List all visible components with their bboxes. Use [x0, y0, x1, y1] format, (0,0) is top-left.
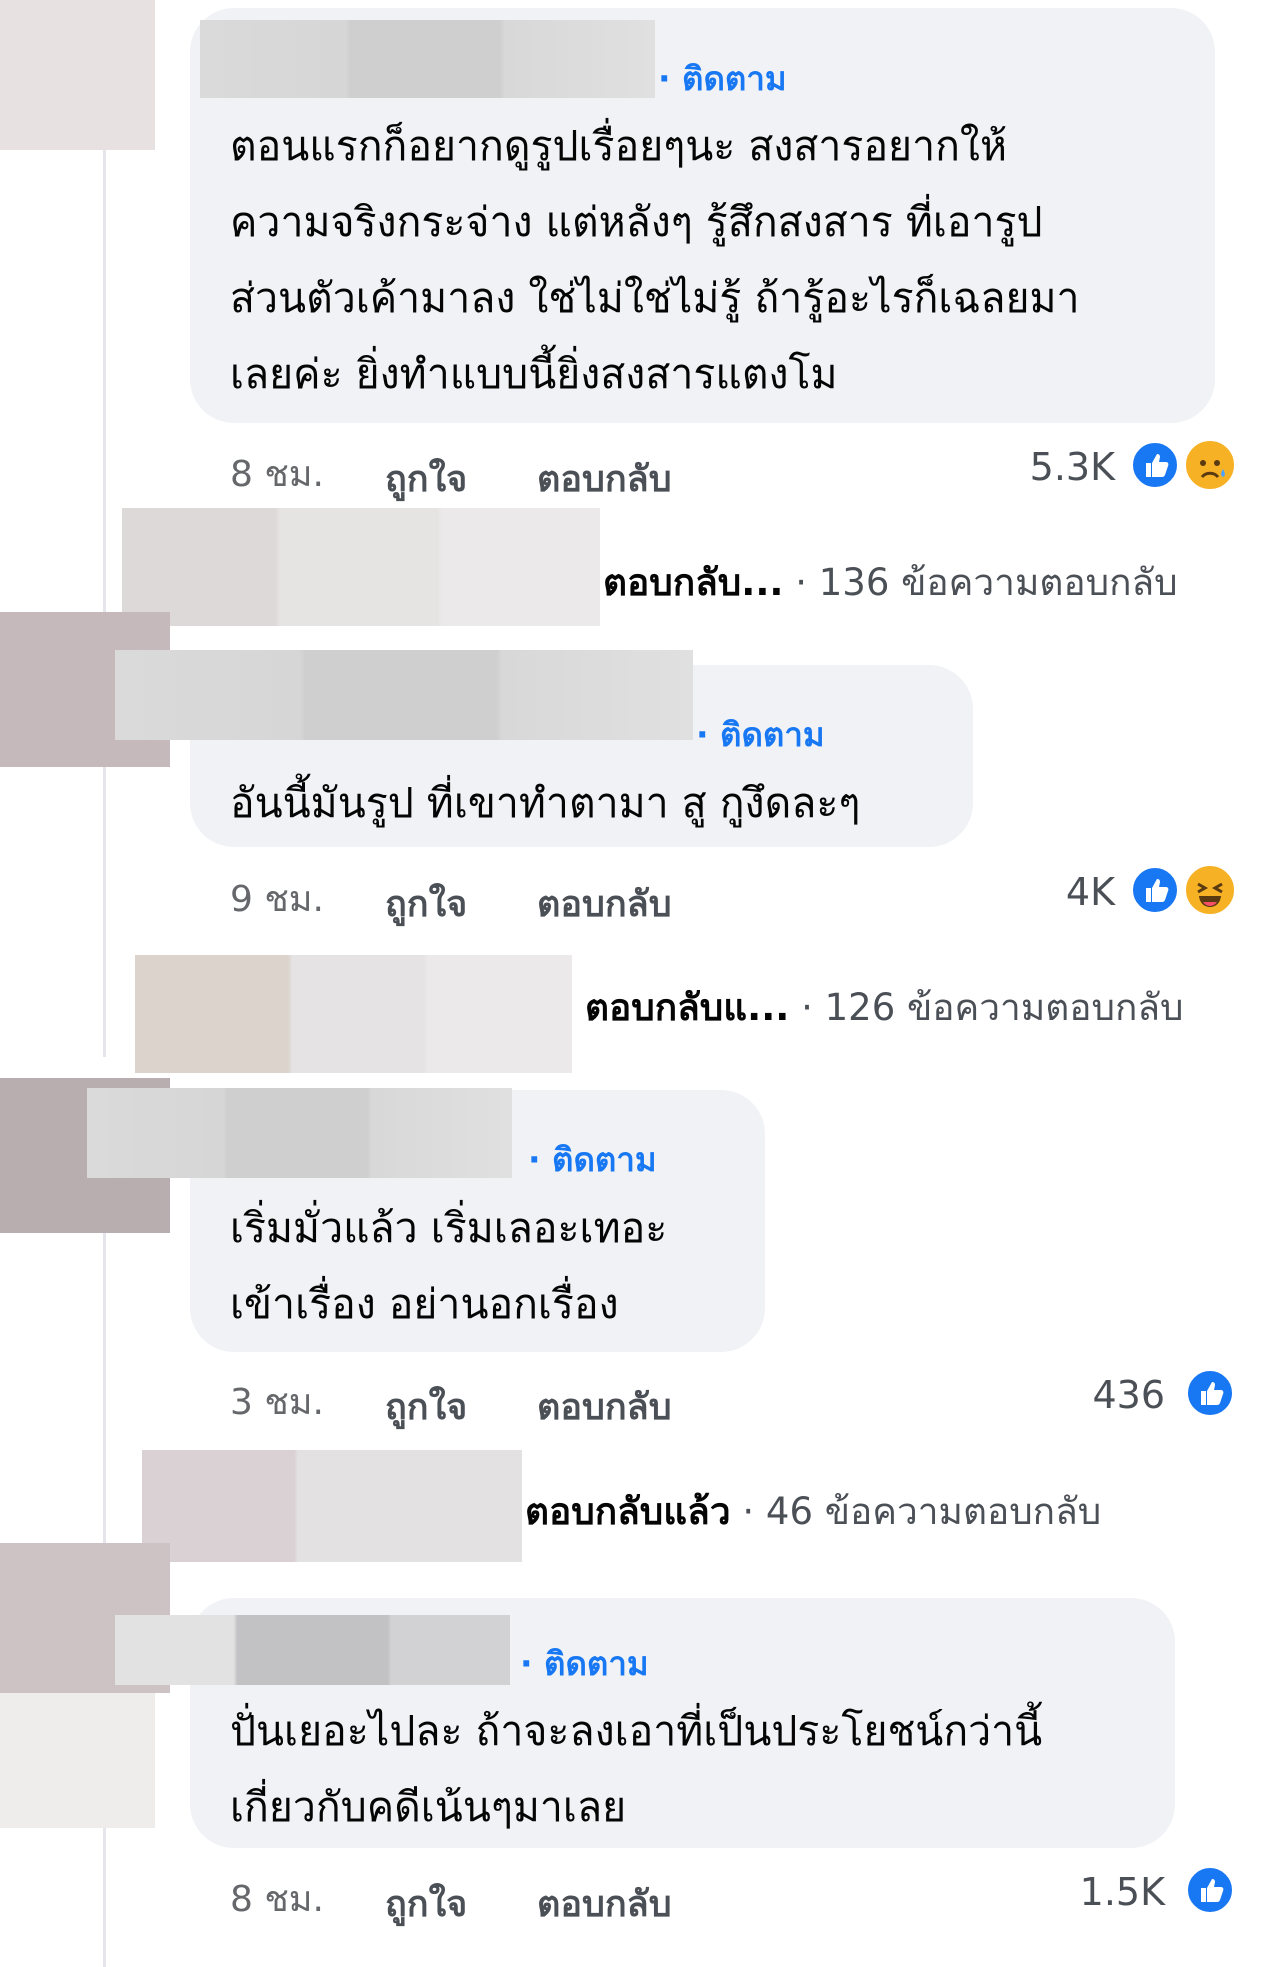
reply-summary-lead: ตอบกลับ...	[603, 561, 784, 604]
follow-link[interactable]: · ติดตาม	[528, 1133, 657, 1186]
commenter-name-redacted[interactable]	[87, 1088, 512, 1178]
reply-button[interactable]: ตอบกลับ	[537, 875, 672, 932]
reply-button[interactable]: ตอบกลับ	[537, 1378, 672, 1435]
thread-line	[103, 150, 106, 620]
commenter-name-redacted[interactable]	[200, 20, 655, 98]
commenter-name-redacted[interactable]	[115, 1615, 510, 1685]
reply-summary-lead: ตอบกลับแล้ว	[525, 1490, 731, 1533]
comment-time[interactable]: 3 ชม.	[230, 1373, 324, 1430]
thread-line	[103, 1233, 106, 1543]
reaction-count[interactable]: 1.5K	[1060, 1870, 1165, 1914]
comment-time[interactable]: 8 ชม.	[230, 1870, 324, 1927]
comment-time[interactable]: 9 ชม.	[230, 870, 324, 927]
reply-summary[interactable]: ตอบกลับแ... · 126 ข้อความตอบกลับ	[585, 978, 1184, 1037]
follow-link[interactable]: · ติดตาม	[658, 52, 787, 105]
like-icon	[1185, 1368, 1235, 1418]
thread-line	[103, 767, 106, 1057]
reply-button[interactable]: ตอบกลับ	[537, 1875, 672, 1932]
comment-text: ปั่นเยอะไปละ ถ้าจะลงเอาที่เป็นประโยชน์กว…	[230, 1707, 1043, 1831]
reaction-count[interactable]: 436	[1070, 1373, 1165, 1417]
thread-line	[103, 1828, 106, 1967]
like-button[interactable]: ถูกใจ	[385, 1378, 467, 1435]
like-icon	[1130, 440, 1180, 490]
reply-button[interactable]: ตอบกลับ	[537, 450, 672, 507]
comment-text: ตอนแรกก็อยากดูรูปเรื่อยๆนะ สงสารอยากให้ …	[230, 122, 1080, 398]
reply-summary[interactable]: ตอบกลับแล้ว · 46 ข้อความตอบกลับ	[525, 1482, 1101, 1541]
like-button[interactable]: ถูกใจ	[385, 1875, 467, 1932]
comment-text: อันนี้มันรูป ที่เขาทำตามา สู กูงึดละๆ	[230, 779, 861, 827]
like-button[interactable]: ถูกใจ	[385, 875, 467, 932]
follow-link[interactable]: · ติดตาม	[520, 1637, 649, 1690]
comment-time[interactable]: 8 ชม.	[230, 445, 324, 502]
avatar[interactable]	[0, 0, 155, 150]
comment-text: เริ่มมั่วแล้ว เริ่มเลอะเทอะ เข้าเรื่อง อ…	[230, 1204, 668, 1328]
reaction-count[interactable]: 4K	[1020, 870, 1115, 914]
like-icon	[1185, 1865, 1235, 1915]
reply-count: · 136 ข้อความตอบกลับ	[795, 561, 1178, 604]
haha-icon	[1183, 863, 1237, 917]
reply-count: · 46 ข้อความตอบกลับ	[742, 1490, 1102, 1533]
commenter-name-redacted[interactable]	[115, 650, 693, 740]
like-button[interactable]: ถูกใจ	[385, 450, 467, 507]
like-icon	[1130, 865, 1180, 915]
reply-summary-lead: ตอบกลับแ...	[585, 986, 790, 1029]
sad-icon	[1183, 438, 1237, 492]
reply-avatars[interactable]	[122, 508, 600, 626]
reply-count: · 126 ข้อความตอบกลับ	[801, 986, 1184, 1029]
reply-avatars[interactable]	[135, 955, 572, 1073]
reply-avatars[interactable]	[142, 1450, 522, 1562]
avatar-shadow	[0, 1693, 155, 1828]
reaction-count[interactable]: 5.3K	[1020, 445, 1115, 489]
reply-summary[interactable]: ตอบกลับ... · 136 ข้อความตอบกลับ	[603, 553, 1178, 612]
follow-link[interactable]: · ติดตาม	[696, 708, 825, 761]
